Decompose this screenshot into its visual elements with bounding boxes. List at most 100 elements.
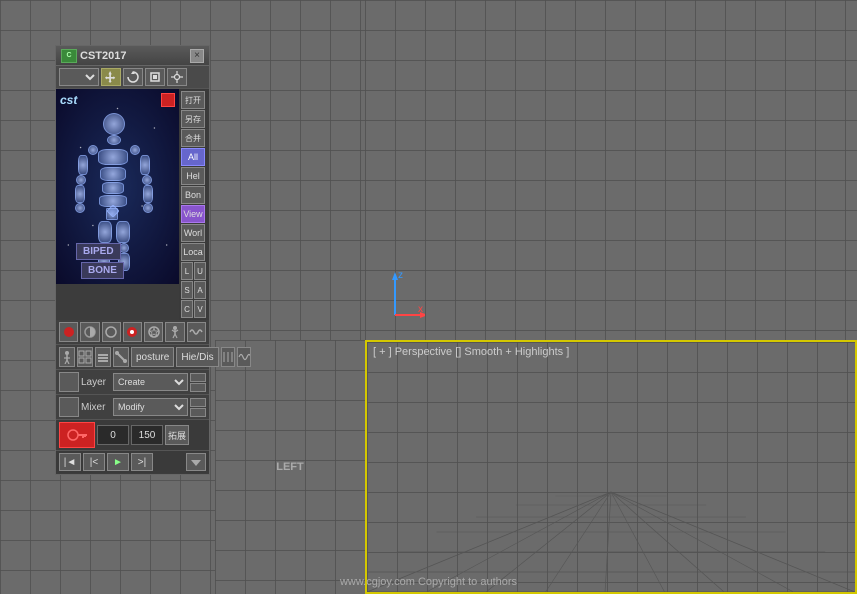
perspective-grid bbox=[367, 422, 855, 592]
record-icon bbox=[125, 325, 139, 339]
left-thigh-node[interactable] bbox=[98, 221, 112, 243]
toolbar-scale-btn[interactable] bbox=[145, 68, 165, 86]
ctrl-btn-7[interactable] bbox=[187, 322, 206, 342]
circle-outline-icon bbox=[104, 325, 118, 339]
viewport-left[interactable]: LEFT bbox=[215, 340, 365, 594]
play-btn[interactable]: ► bbox=[107, 453, 129, 471]
hel-button[interactable]: Hel bbox=[181, 167, 205, 185]
left-shoulder-node[interactable] bbox=[88, 145, 98, 155]
mixer-dropdown[interactable]: Modify bbox=[113, 398, 188, 416]
left-forearm-node[interactable] bbox=[75, 185, 85, 203]
wave-btn[interactable] bbox=[237, 347, 251, 367]
toolbar-move-btn[interactable] bbox=[101, 68, 121, 86]
vertical-lines-btn[interactable] bbox=[221, 347, 235, 367]
mixer-icon-btn[interactable] bbox=[59, 397, 79, 417]
circle-icon bbox=[62, 325, 76, 339]
v-button[interactable]: V bbox=[194, 300, 206, 318]
left-upper-arm-node[interactable] bbox=[78, 155, 88, 175]
body-section: cst bbox=[56, 89, 209, 320]
ctrl-btn-4[interactable] bbox=[123, 322, 142, 342]
upper-torso-node[interactable] bbox=[100, 167, 126, 181]
hie-dis-button[interactable]: Hie/Dis bbox=[176, 347, 218, 367]
layer-icon-btn[interactable] bbox=[59, 372, 79, 392]
local-button[interactable]: Loca bbox=[181, 243, 205, 261]
world-button[interactable]: Worl bbox=[181, 224, 205, 242]
panel-title: CST2017 bbox=[80, 50, 126, 62]
right-forearm-node[interactable] bbox=[143, 185, 153, 203]
right-thigh-node[interactable] bbox=[116, 221, 130, 243]
key-icon[interactable] bbox=[59, 422, 95, 448]
viewport-top-right[interactable]: z x bbox=[365, 0, 857, 340]
scale-icon bbox=[149, 71, 161, 83]
icon-btn-4[interactable] bbox=[113, 347, 129, 367]
main-viewport: z x [ + ] Perspective [] Smooth + Highli… bbox=[0, 0, 857, 594]
mixer-up-btn[interactable] bbox=[190, 398, 206, 407]
chest-node[interactable] bbox=[98, 149, 128, 165]
a-button[interactable]: A bbox=[194, 281, 206, 299]
layer-dropdown[interactable]: Create bbox=[113, 373, 188, 391]
step-back-btn[interactable]: |< bbox=[83, 453, 105, 471]
right-hand-node[interactable] bbox=[143, 203, 153, 213]
move-icon bbox=[105, 71, 117, 83]
panel-close-button[interactable]: × bbox=[190, 49, 204, 63]
ctrl-btn-3[interactable] bbox=[102, 322, 121, 342]
left-hand-node[interactable] bbox=[75, 203, 85, 213]
layer-row: Layer Create bbox=[56, 370, 209, 395]
all-button[interactable]: All bbox=[181, 148, 205, 166]
half-circle-icon bbox=[83, 325, 97, 339]
keyframe-row: 拓展 bbox=[56, 420, 209, 451]
icon-btn-3[interactable] bbox=[95, 347, 111, 367]
mixer-down-btn[interactable] bbox=[190, 408, 206, 417]
bones-icon bbox=[114, 350, 128, 364]
icon-btn-2[interactable] bbox=[77, 347, 93, 367]
s-button[interactable]: S bbox=[181, 281, 193, 299]
right-upper-arm-node[interactable] bbox=[140, 155, 150, 175]
go-start-btn[interactable]: |◄ bbox=[59, 453, 81, 471]
u-button[interactable]: U bbox=[194, 262, 206, 280]
expand-button[interactable]: 拓展 bbox=[165, 425, 189, 445]
lus-row: L U bbox=[181, 262, 207, 280]
key-svg-icon bbox=[65, 425, 89, 445]
open-button[interactable]: 打开 bbox=[181, 91, 205, 109]
right-elbow-node[interactable] bbox=[142, 175, 152, 185]
ctrl-btn-2[interactable] bbox=[80, 322, 99, 342]
rotate-icon bbox=[127, 71, 139, 83]
playback-options-btn[interactable] bbox=[186, 453, 206, 471]
save-as-button[interactable]: 另存 bbox=[181, 110, 205, 128]
bone-label[interactable]: BONE bbox=[81, 262, 124, 279]
layer-down-btn[interactable] bbox=[190, 383, 206, 392]
biped-label[interactable]: BIPED bbox=[76, 243, 121, 260]
posture-button[interactable]: posture bbox=[131, 347, 174, 367]
ctrl-btn-6[interactable] bbox=[165, 322, 184, 342]
c-button[interactable]: C bbox=[181, 300, 193, 318]
neck-node[interactable] bbox=[107, 135, 121, 145]
axis-indicator: z x bbox=[385, 270, 425, 320]
left-elbow-node[interactable] bbox=[76, 175, 86, 185]
ctrl-btn-5[interactable] bbox=[144, 322, 163, 342]
frame-start-input[interactable] bbox=[97, 425, 129, 445]
toolbar-row bbox=[56, 66, 209, 89]
red-indicator bbox=[161, 93, 175, 107]
view-button[interactable]: View bbox=[181, 205, 205, 223]
ctrl-btn-1[interactable] bbox=[59, 322, 78, 342]
layers-icon bbox=[96, 350, 110, 364]
playback-row: |◄ |< ► >| bbox=[56, 451, 209, 473]
mid-torso-node[interactable] bbox=[102, 182, 124, 194]
layer-up-btn[interactable] bbox=[190, 373, 206, 382]
toolbar-rotate-btn[interactable] bbox=[123, 68, 143, 86]
toolbar-settings-btn[interactable] bbox=[167, 68, 187, 86]
svg-text:x: x bbox=[418, 304, 423, 315]
right-shoulder-node[interactable] bbox=[130, 145, 140, 155]
cst-app-icon: C bbox=[61, 49, 77, 63]
head-node[interactable] bbox=[103, 113, 125, 135]
merge-button[interactable]: 合并 bbox=[181, 129, 205, 147]
viewport-perspective[interactable]: [ + ] Perspective [] Smooth + Highlights… bbox=[365, 340, 857, 594]
toolbar-dropdown[interactable] bbox=[59, 68, 99, 86]
icon-btn-1[interactable] bbox=[59, 347, 75, 367]
lines-icon bbox=[222, 351, 234, 363]
cv-row: C V bbox=[181, 300, 207, 318]
bon-button[interactable]: Bon bbox=[181, 186, 205, 204]
go-end-btn[interactable]: >| bbox=[131, 453, 153, 471]
frame-end-input[interactable] bbox=[131, 425, 163, 445]
l-button[interactable]: L bbox=[181, 262, 193, 280]
